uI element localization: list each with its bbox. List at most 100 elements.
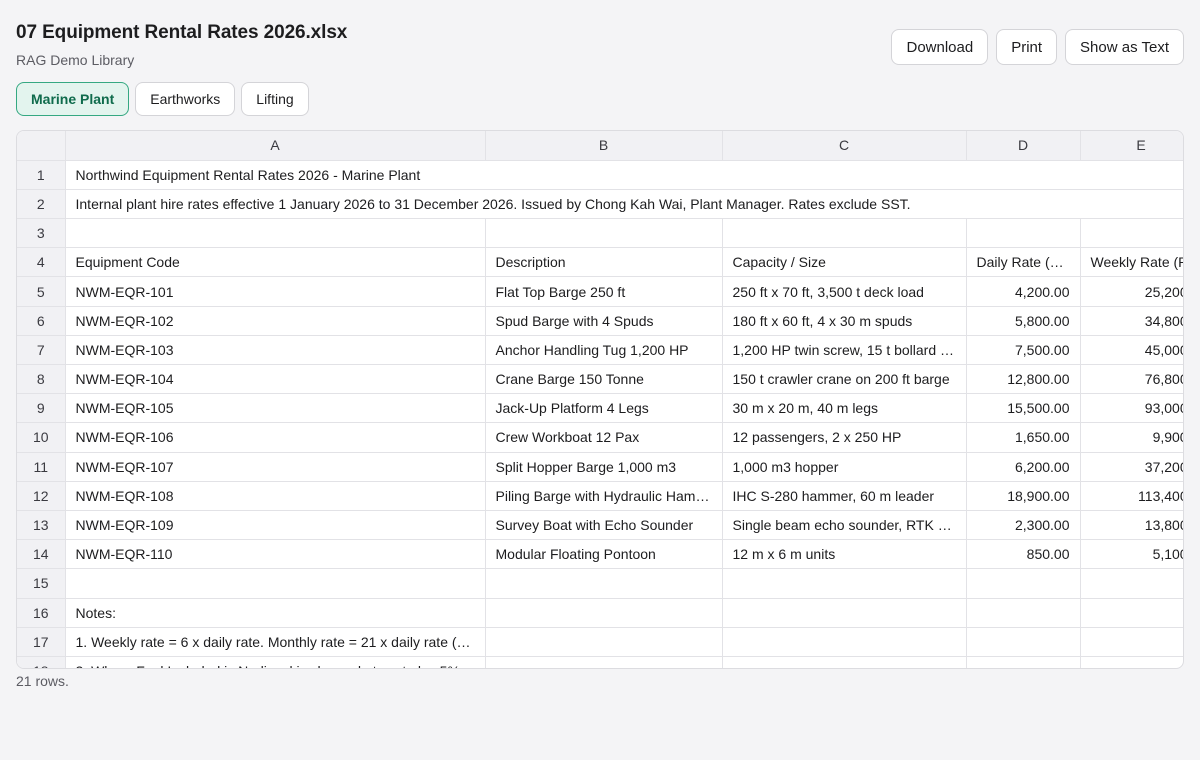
- cell-a[interactable]: [65, 568, 486, 599]
- cell-d[interactable]: 6,200.00: [966, 452, 1081, 482]
- cell-a[interactable]: NWM-EQR-109: [65, 510, 486, 541]
- cell-a[interactable]: Northwind Equipment Rental Rates 2026 - …: [65, 160, 485, 190]
- cell-b[interactable]: Piling Barge with Hydraulic Hammer: [485, 481, 723, 511]
- cell-d[interactable]: 5,800.00: [966, 306, 1081, 336]
- cell-d[interactable]: 850.00: [966, 539, 1081, 570]
- row-number[interactable]: 10: [17, 422, 66, 453]
- cell-e[interactable]: 5,100.: [1080, 539, 1183, 570]
- cell-e[interactable]: 76,800.: [1080, 364, 1183, 395]
- cell-a[interactable]: NWM-EQR-108: [65, 481, 486, 511]
- cell-b[interactable]: [485, 218, 723, 249]
- cell-e[interactable]: [1080, 598, 1183, 628]
- cell-c[interactable]: 12 passengers, 2 x 250 HP: [722, 422, 967, 453]
- row-number[interactable]: 18: [17, 656, 66, 668]
- cell-d[interactable]: 2,300.00: [966, 510, 1081, 541]
- cell-e[interactable]: Weekly Rate (R: [1080, 247, 1183, 278]
- row-number[interactable]: 2: [17, 189, 66, 220]
- corner-cell[interactable]: [17, 131, 66, 161]
- cell-e[interactable]: [1080, 627, 1183, 657]
- cell-c[interactable]: 12 m x 6 m units: [722, 539, 967, 570]
- cell-e[interactable]: [1080, 568, 1183, 599]
- cell-e[interactable]: [1080, 218, 1183, 249]
- cell-b[interactable]: Survey Boat with Echo Sounder: [485, 510, 723, 541]
- cell-b[interactable]: Crane Barge 150 Tonne: [485, 364, 723, 395]
- cell-c[interactable]: 150 t crawler crane on 200 ft barge: [722, 364, 967, 395]
- cell-a[interactable]: NWM-EQR-101: [65, 276, 486, 307]
- column-header-b[interactable]: B: [485, 131, 723, 161]
- cell-c[interactable]: 1,000 m3 hopper: [722, 452, 967, 482]
- tab-marine-plant[interactable]: Marine Plant: [16, 82, 130, 116]
- cell-d[interactable]: [966, 656, 1081, 668]
- row-number[interactable]: 7: [17, 335, 66, 366]
- cell-a[interactable]: NWM-EQR-110: [65, 539, 486, 570]
- row-number[interactable]: 17: [17, 627, 66, 657]
- cell-d[interactable]: 12,800.00: [966, 364, 1081, 395]
- cell-e[interactable]: 37,200.: [1080, 452, 1183, 482]
- column-header-a[interactable]: A: [65, 131, 486, 161]
- cell-c[interactable]: [722, 598, 967, 628]
- cell-a[interactable]: NWM-EQR-103: [65, 335, 486, 366]
- tab-earthworks[interactable]: Earthworks: [135, 82, 236, 116]
- cell-e[interactable]: 93,000.: [1080, 393, 1183, 424]
- row-number[interactable]: 8: [17, 364, 66, 395]
- row-number[interactable]: 9: [17, 393, 66, 424]
- cell-d[interactable]: [966, 568, 1081, 599]
- cell-c[interactable]: 30 m x 20 m, 40 m legs: [722, 393, 967, 424]
- cell-d[interactable]: [966, 598, 1081, 628]
- cell-b[interactable]: Description: [485, 247, 723, 278]
- cell-e[interactable]: 34,800.: [1080, 306, 1183, 336]
- row-number[interactable]: 4: [17, 247, 66, 278]
- cell-a[interactable]: NWM-EQR-107: [65, 452, 486, 482]
- cell-a[interactable]: [65, 218, 486, 249]
- cell-e[interactable]: [1080, 656, 1183, 668]
- cell-e[interactable]: 45,000.: [1080, 335, 1183, 366]
- row-number[interactable]: 11: [17, 452, 66, 482]
- cell-b[interactable]: Modular Floating Pontoon: [485, 539, 723, 570]
- column-header-e[interactable]: E: [1080, 131, 1183, 161]
- row-number[interactable]: 1: [17, 160, 66, 190]
- column-header-c[interactable]: C: [722, 131, 967, 161]
- print-button[interactable]: Print: [996, 29, 1058, 65]
- row-number[interactable]: 13: [17, 510, 66, 541]
- row-number[interactable]: 15: [17, 568, 66, 599]
- cell-c[interactable]: [722, 218, 967, 249]
- cell-d[interactable]: 7,500.00: [966, 335, 1081, 366]
- cell-c[interactable]: 1,200 HP twin screw, 15 t bollard pull: [722, 335, 967, 366]
- cell-c[interactable]: [722, 160, 966, 190]
- row-number[interactable]: 14: [17, 539, 66, 570]
- cell-c[interactable]: IHC S-280 hammer, 60 m leader: [722, 481, 967, 511]
- cell-b[interactable]: Anchor Handling Tug 1,200 HP: [485, 335, 723, 366]
- cell-b[interactable]: Jack-Up Platform 4 Legs: [485, 393, 723, 424]
- show-as-text-button[interactable]: Show as Text: [1065, 29, 1184, 65]
- cell-b[interactable]: [485, 160, 722, 190]
- cell-d[interactable]: Daily Rate (RM): [966, 247, 1081, 278]
- cell-e[interactable]: [1080, 189, 1183, 220]
- cell-a[interactable]: NWM-EQR-105: [65, 393, 486, 424]
- cell-b[interactable]: [485, 568, 723, 599]
- cell-a[interactable]: 1. Weekly rate = 6 x daily rate. Monthly…: [65, 627, 486, 657]
- cell-a[interactable]: NWM-EQR-104: [65, 364, 486, 395]
- row-number[interactable]: 16: [17, 598, 66, 628]
- cell-b[interactable]: [485, 656, 723, 668]
- cell-b[interactable]: Split Hopper Barge 1,000 m3: [485, 452, 723, 482]
- cell-c[interactable]: Single beam echo sounder, RTK GPS: [722, 510, 967, 541]
- tab-lifting[interactable]: Lifting: [241, 82, 309, 116]
- cell-b[interactable]: Flat Top Barge 250 ft: [485, 276, 723, 307]
- cell-a[interactable]: Internal plant hire rates effective 1 Ja…: [65, 189, 911, 220]
- cell-c[interactable]: [722, 656, 967, 668]
- cell-a[interactable]: 2. Where Fuel Included is N, diesel is c…: [65, 656, 486, 668]
- cell-e[interactable]: 25,200.: [1080, 276, 1183, 307]
- cell-c[interactable]: 250 ft x 70 ft, 3,500 t deck load: [722, 276, 967, 307]
- cell-d[interactable]: [966, 627, 1081, 657]
- cell-c[interactable]: Capacity / Size: [722, 247, 967, 278]
- column-header-d[interactable]: D: [966, 131, 1081, 161]
- cell-d[interactable]: [966, 189, 1080, 220]
- spreadsheet-grid[interactable]: A B C D E 1 Northwind Equipment Rental Ra…: [16, 130, 1184, 669]
- row-number[interactable]: 3: [17, 218, 66, 249]
- row-number[interactable]: 6: [17, 306, 66, 336]
- cell-d[interactable]: [966, 160, 1080, 190]
- cell-b[interactable]: [485, 627, 723, 657]
- cell-a[interactable]: NWM-EQR-102: [65, 306, 486, 336]
- cell-d[interactable]: 4,200.00: [966, 276, 1081, 307]
- cell-b[interactable]: [485, 598, 723, 628]
